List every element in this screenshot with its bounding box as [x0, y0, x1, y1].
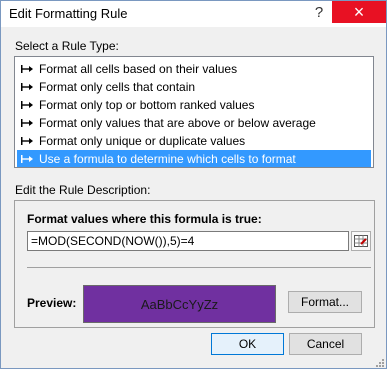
formula-heading: Format values where this formula is true… — [27, 212, 262, 226]
arrow-bullet-icon — [21, 82, 33, 91]
range-select-button[interactable] — [351, 231, 371, 251]
rule-type-item[interactable]: Use a formula to determine which cells t… — [17, 150, 371, 167]
rule-type-item[interactable]: Format only values that are above or bel… — [17, 114, 371, 131]
rule-type-item[interactable]: Format only unique or duplicate values — [17, 132, 371, 149]
rule-type-item[interactable]: Format only cells that contain — [17, 78, 371, 95]
ok-button[interactable]: OK — [211, 333, 284, 355]
close-button[interactable]: × — [332, 1, 386, 23]
preview-label: Preview: — [27, 296, 77, 310]
arrow-bullet-icon — [21, 64, 33, 73]
range-select-icon — [354, 235, 368, 247]
help-button[interactable]: ? — [305, 1, 333, 23]
rule-type-list[interactable]: Format all cells based on their values Fo… — [14, 56, 374, 168]
format-button[interactable]: Format... — [288, 291, 362, 313]
preview-sample: AaBbCcYyZz — [83, 285, 276, 323]
rule-type-item[interactable]: Format only top or bottom ranked values — [17, 96, 371, 113]
rule-type-item-label: Format only unique or duplicate values — [39, 133, 246, 148]
preview-sample-text: AaBbCcYyZz — [140, 296, 219, 312]
rule-type-item-label: Format only cells that contain — [39, 79, 196, 94]
help-icon: ? — [314, 3, 324, 21]
rule-type-item-label: Format only top or bottom ranked values — [39, 97, 255, 112]
rule-type-item-label: Format all cells based on their values — [39, 61, 238, 76]
formula-input[interactable] — [27, 231, 349, 251]
arrow-bullet-icon — [21, 100, 33, 109]
cancel-button-label: Cancel — [306, 337, 345, 351]
rule-description-panel: Format values where this formula is true… — [14, 200, 375, 328]
arrow-bullet-icon — [21, 136, 33, 145]
ok-button-label: OK — [238, 337, 257, 351]
close-icon: × — [353, 2, 365, 22]
rule-type-label: Select a Rule Type: — [15, 39, 119, 53]
dialog-title: Edit Formatting Rule — [9, 6, 128, 21]
rule-description-label: Edit the Rule Description: — [15, 183, 151, 197]
arrow-bullet-icon — [21, 118, 33, 127]
format-button-label: Format... — [300, 295, 349, 309]
edit-formatting-rule-dialog: Edit Formatting Rule ? × Select a Rule T… — [0, 0, 387, 369]
rule-type-item-label: Use a formula to determine which cells t… — [39, 151, 296, 166]
divider — [27, 267, 371, 268]
rule-type-item-label: Format only values that are above or bel… — [39, 115, 316, 130]
arrow-bullet-icon — [21, 154, 33, 163]
cancel-button[interactable]: Cancel — [289, 333, 362, 355]
rule-type-item[interactable]: Format all cells based on their values — [17, 60, 371, 77]
title-bar: Edit Formatting Rule ? × — [1, 1, 386, 27]
resize-grip-icon[interactable] — [373, 356, 385, 368]
